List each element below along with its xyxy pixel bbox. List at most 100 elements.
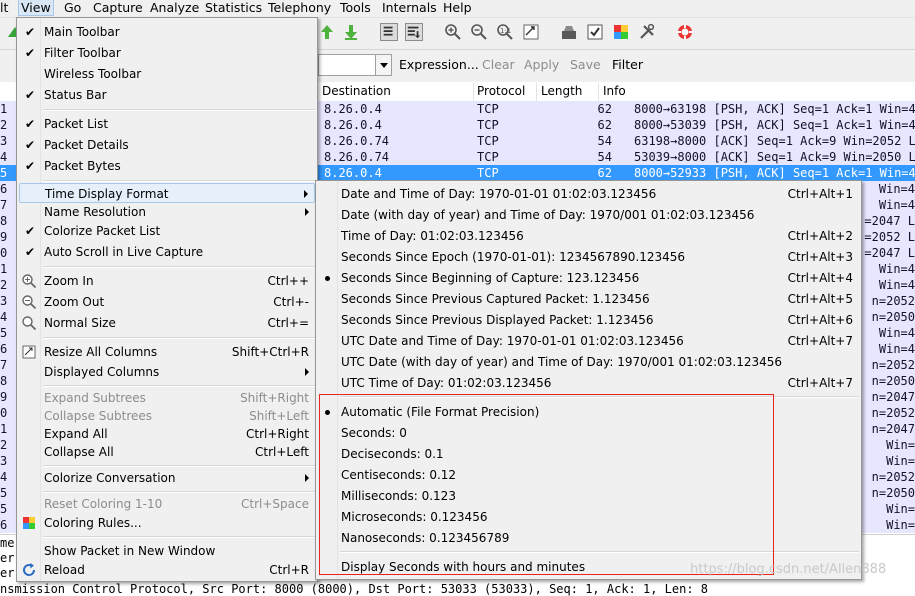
menu-item-name-resolution[interactable]: Name Resolution bbox=[17, 202, 317, 222]
menu-analyze[interactable]: Analyze bbox=[150, 0, 199, 17]
menu-item-packet-details[interactable]: ✔ Packet Details bbox=[17, 135, 317, 155]
save-button[interactable]: Save bbox=[570, 57, 601, 72]
time-format-epoch[interactable]: Seconds Since Epoch (1970-01-01): 123456… bbox=[316, 247, 861, 267]
time-format-since-beginning[interactable]: Seconds Since Beginning of Capture: 123.… bbox=[316, 268, 861, 288]
details-line[interactable]: nsmission Control Protocol, Src Port: 80… bbox=[0, 582, 708, 596]
time-format-since-prev-captured[interactable]: Seconds Since Previous Captured Packet: … bbox=[316, 289, 861, 309]
time-format-doy-time[interactable]: Date (with day of year) and Time of Day:… bbox=[316, 205, 861, 225]
menu-item-collapse-subtrees[interactable]: Collapse Subtrees Shift+Left bbox=[17, 406, 317, 426]
filter-dropdown-button[interactable] bbox=[375, 54, 392, 76]
menu-item-label: Filter Toolbar bbox=[44, 46, 121, 60]
menu-item-label: Date (with day of year) and Time of Day:… bbox=[341, 208, 755, 222]
menu-view[interactable]: View bbox=[18, 0, 54, 16]
menu-tools[interactable]: Tools bbox=[340, 0, 371, 17]
menu-telephony[interactable]: Telephony bbox=[268, 0, 331, 17]
menu-item-packet-bytes[interactable]: ✔ Packet Bytes bbox=[17, 156, 317, 176]
capture-filters-icon[interactable] bbox=[560, 23, 578, 41]
menu-item-displayed-columns[interactable]: Displayed Columns bbox=[17, 362, 317, 382]
menu-item-zoom-out[interactable]: Zoom Out Ctrl+- bbox=[17, 292, 317, 312]
menu-item-shortcut: Ctrl+Alt+4 bbox=[787, 271, 853, 285]
menu-item-filter-toolbar[interactable]: ✔ Filter Toolbar bbox=[17, 43, 317, 63]
menu-help[interactable]: Help bbox=[443, 0, 472, 17]
reload-icon bbox=[23, 563, 36, 576]
menu-item-main-toolbar[interactable]: ✔ Main Toolbar bbox=[17, 22, 317, 42]
cell-no: 9 bbox=[0, 390, 8, 404]
column-protocol[interactable]: Protocol bbox=[477, 84, 525, 98]
details-line[interactable]: me bbox=[0, 536, 14, 550]
coloring-rules-icon[interactable] bbox=[612, 23, 630, 41]
filter-input[interactable] bbox=[318, 54, 376, 76]
time-format-time-of-day[interactable]: Time of Day: 01:02:03.123456 Ctrl+Alt+2 bbox=[316, 226, 861, 246]
menu-item-label: Show Packet in New Window bbox=[44, 544, 216, 558]
cell-len: 54 bbox=[597, 134, 612, 148]
menu-item-packet-list[interactable]: ✔ Packet List bbox=[17, 114, 317, 134]
menu-item-expand-subtrees[interactable]: Expand Subtrees Shift+Right bbox=[17, 388, 317, 408]
menu-item-resize-all-columns[interactable]: Resize All Columns Shift+Ctrl+R bbox=[17, 342, 317, 362]
menu-item-show-packet-new-window[interactable]: Show Packet in New Window bbox=[17, 541, 317, 561]
menu-go[interactable]: Go bbox=[64, 0, 81, 17]
menu-item-wireless-toolbar[interactable]: Wireless Toolbar bbox=[17, 64, 317, 84]
menu-item-label: Resize All Columns bbox=[44, 345, 158, 359]
view-menu: ✔ Main Toolbar ✔ Filter Toolbar Wireless T… bbox=[16, 17, 318, 582]
menu-item-reset-coloring[interactable]: Reset Coloring 1-10 Ctrl+Space bbox=[17, 494, 317, 514]
menu-item-label: Packet List bbox=[44, 117, 109, 131]
display-filters-icon[interactable] bbox=[586, 23, 604, 41]
go-first-icon[interactable] bbox=[318, 23, 336, 41]
zoom-in-icon[interactable] bbox=[444, 23, 462, 41]
menu-item-shortcut: Ctrl+R bbox=[269, 563, 309, 577]
submenu-arrow-icon bbox=[304, 190, 308, 198]
menu-item-time-display-format[interactable]: Time Display Format bbox=[19, 183, 315, 203]
help-icon[interactable] bbox=[676, 23, 694, 41]
go-last-icon[interactable] bbox=[342, 23, 360, 41]
menu-item-status-bar[interactable]: ✔ Status Bar bbox=[17, 85, 317, 105]
cell-len: 62 bbox=[597, 102, 612, 116]
cell-proto: TCP bbox=[477, 118, 499, 132]
menu-item-label: Wireless Toolbar bbox=[44, 67, 142, 81]
cell-no: 5 bbox=[0, 166, 8, 180]
menu-item-label: Zoom In bbox=[44, 274, 94, 288]
cell-no: 5 bbox=[0, 326, 8, 340]
time-format-since-prev-displayed[interactable]: Seconds Since Previous Displayed Packet:… bbox=[316, 310, 861, 330]
column-separator bbox=[598, 83, 599, 101]
menu-item-coloring-rules[interactable]: Coloring Rules... bbox=[17, 513, 317, 533]
menu-item-normal-size[interactable]: Normal Size Ctrl+= bbox=[17, 313, 317, 333]
menu-file-partial[interactable]: lt bbox=[0, 0, 8, 17]
menu-capture[interactable]: Capture bbox=[93, 0, 143, 17]
column-destination[interactable]: Destination bbox=[322, 84, 391, 98]
menu-separator bbox=[43, 385, 315, 387]
menu-item-zoom-in[interactable]: Zoom In Ctrl++ bbox=[17, 271, 317, 291]
colorize-toggle-icon[interactable] bbox=[380, 23, 398, 41]
time-format-utc-time-of-day[interactable]: UTC Time of Day: 01:02:03.123456 Ctrl+Alt… bbox=[316, 373, 861, 393]
menu-item-expand-all[interactable]: Expand All Ctrl+Right bbox=[17, 424, 317, 444]
menu-item-auto-scroll[interactable]: ✔ Auto Scroll in Live Capture bbox=[17, 242, 317, 262]
cell-no: 6 bbox=[0, 342, 8, 356]
preferences-icon[interactable] bbox=[638, 23, 656, 41]
clear-button[interactable]: Clear bbox=[482, 57, 515, 72]
menu-item-shortcut: Shift+Right bbox=[240, 391, 309, 405]
zoom-out-icon[interactable] bbox=[470, 23, 488, 41]
filter-button[interactable]: Filter bbox=[612, 57, 643, 72]
menu-item-collapse-all[interactable]: Collapse All Ctrl+Left bbox=[17, 442, 317, 462]
column-length[interactable]: Length bbox=[541, 84, 582, 98]
cell-info: n=2052 bbox=[871, 294, 915, 308]
time-format-utc-date-time[interactable]: UTC Date and Time of Day: 1970-01-01 01:… bbox=[316, 331, 861, 351]
apply-button[interactable]: Apply bbox=[524, 57, 559, 72]
checkmark-icon: ✔ bbox=[25, 25, 36, 39]
menu-item-shortcut: Ctrl+Alt+2 bbox=[787, 229, 853, 243]
time-format-date-time[interactable]: Date and Time of Day: 1970-01-01 01:02:0… bbox=[316, 184, 861, 204]
menu-statistics[interactable]: Statistics bbox=[205, 0, 262, 17]
time-format-utc-doy-time[interactable]: UTC Date (with day of year) and Time of … bbox=[316, 352, 861, 372]
menu-bar: lt View Go Capture Analyze Statistics Te… bbox=[0, 0, 915, 18]
menu-item-colorize-packet-list[interactable]: ✔ Colorize Packet List bbox=[17, 221, 317, 241]
menu-item-colorize-conversation[interactable]: Colorize Conversation bbox=[17, 468, 317, 488]
column-info[interactable]: Info bbox=[603, 84, 626, 98]
zoom-normal-icon[interactable]: 1:1 bbox=[496, 23, 514, 41]
menu-item-label: UTC Date and Time of Day: 1970-01-01 01:… bbox=[341, 334, 684, 348]
expression-button[interactable]: Expression... bbox=[399, 57, 479, 72]
menu-internals[interactable]: Internals bbox=[382, 0, 437, 17]
autoscroll-toggle-icon[interactable] bbox=[405, 23, 423, 41]
cell-no: 7 bbox=[0, 198, 8, 212]
menu-item-reload[interactable]: Reload Ctrl+R bbox=[17, 560, 317, 580]
menu-item-label: Seconds Since Epoch (1970-01-01): 123456… bbox=[341, 250, 686, 264]
resize-columns-icon[interactable] bbox=[522, 23, 540, 41]
